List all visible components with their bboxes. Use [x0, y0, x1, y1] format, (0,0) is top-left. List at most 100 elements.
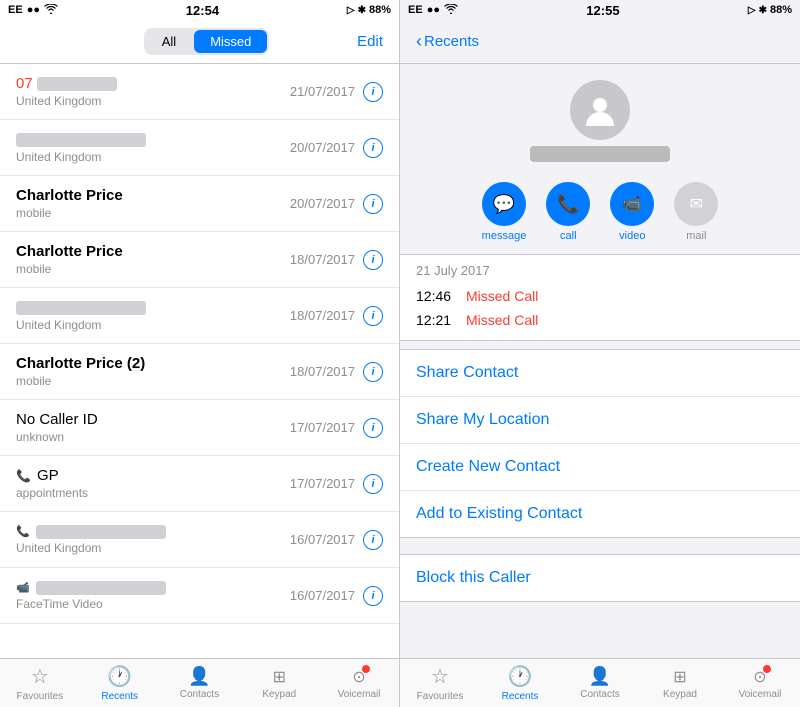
phone-icon: 📞: [16, 469, 31, 483]
call-item-left: Charlotte Price (2) mobile: [16, 355, 290, 388]
block-caller-item[interactable]: Block this Caller: [400, 554, 800, 602]
call-date: 16/07/2017: [290, 532, 355, 547]
segment-all[interactable]: All: [146, 30, 192, 53]
call-item-right: 17/07/2017 i: [290, 418, 383, 438]
call-sub: United Kingdom: [16, 94, 290, 108]
call-item[interactable]: 📞 GP appointments 17/07/2017 i: [0, 456, 399, 512]
video-action[interactable]: 📹 video: [610, 182, 654, 242]
call-history-item: 12:46 Missed Call: [416, 284, 784, 308]
voicemail-badge-right: [763, 665, 771, 673]
call-item-left: 📞 GP appointments: [16, 467, 290, 500]
tab-label-keypad: Keypad: [262, 689, 296, 700]
tab-recents-left[interactable]: 🕐 Recents: [80, 664, 160, 702]
call-item[interactable]: 07 United Kingdom 21/07/2017 i: [0, 64, 399, 120]
contact-header: [400, 64, 800, 170]
info-icon[interactable]: i: [363, 82, 383, 102]
tab-contacts-right[interactable]: 👤 Contacts: [560, 666, 640, 700]
info-icon[interactable]: i: [363, 250, 383, 270]
share-contact-item[interactable]: Share Contact: [400, 350, 800, 397]
status-left-right: EE ●●: [408, 4, 458, 17]
info-icon[interactable]: i: [363, 138, 383, 158]
call-item[interactable]: 📹 FaceTime Video 16/07/2017 i: [0, 568, 399, 624]
call-item-right: 17/07/2017 i: [290, 474, 383, 494]
status-bar-left: EE ●● 12:54 ▷ ✱ 88%: [0, 0, 399, 20]
call-item[interactable]: 📞 United Kingdom 16/07/2017 i: [0, 512, 399, 568]
time-right: 12:55: [586, 3, 619, 18]
call-action[interactable]: 📞 call: [546, 182, 590, 242]
share-location-item[interactable]: Share My Location: [400, 397, 800, 444]
video-icon: 📹: [16, 581, 30, 594]
tab-recents-right[interactable]: 🕐 Recents: [480, 664, 560, 702]
favourites-icon-right: ☆: [431, 664, 449, 689]
tab-favourites-left[interactable]: ☆ Favourites: [0, 664, 80, 702]
call-item-right: 18/07/2017 i: [290, 250, 383, 270]
call-item-right: 18/07/2017 i: [290, 362, 383, 382]
call-item[interactable]: Charlotte Price mobile 18/07/2017 i: [0, 232, 399, 288]
tab-contacts-left[interactable]: 👤 Contacts: [160, 666, 240, 700]
header-left: All Missed Edit: [0, 20, 399, 64]
edit-button[interactable]: Edit: [357, 33, 383, 50]
tab-label-favourites: Favourites: [17, 691, 64, 702]
call-name: [16, 131, 290, 148]
call-date: 18/07/2017: [290, 364, 355, 379]
call-item-left: No Caller ID unknown: [16, 411, 290, 444]
battery-right: 88%: [770, 4, 792, 16]
call-item[interactable]: Charlotte Price (2) mobile 18/07/2017 i: [0, 344, 399, 400]
call-sub: mobile: [16, 262, 290, 276]
tab-bar-right: ☆ Favourites 🕐 Recents 👤 Contacts ⊞ Keyp…: [400, 658, 800, 707]
call-item[interactable]: United Kingdom 20/07/2017 i: [0, 120, 399, 176]
bluetooth-left: ✱: [358, 5, 366, 16]
phone-icon: 📞: [16, 525, 30, 538]
tab-label-voicemail: Voicemail: [338, 689, 381, 700]
mail-action[interactable]: ✉ mail: [674, 182, 718, 242]
call-date: 17/07/2017: [290, 420, 355, 435]
tab-voicemail-left[interactable]: ⊙ Voicemail: [319, 667, 399, 700]
call-item[interactable]: Charlotte Price mobile 20/07/2017 i: [0, 176, 399, 232]
call-type-1: Missed Call: [466, 288, 538, 304]
info-icon[interactable]: i: [363, 194, 383, 214]
info-icon[interactable]: i: [363, 306, 383, 326]
right-panel: EE ●● 12:55 ▷ ✱ 88% ‹ Recents: [400, 0, 800, 707]
tab-voicemail-right[interactable]: ⊙ Voicemail: [720, 667, 800, 700]
tab-favourites-right[interactable]: ☆ Favourites: [400, 664, 480, 702]
call-name: [16, 299, 290, 316]
bluetooth-right: ✱: [759, 5, 767, 16]
wifi-right: [444, 4, 458, 17]
tab-bar-left: ☆ Favourites 🕐 Recents 👤 Contacts ⊞ Keyp…: [0, 658, 399, 707]
call-item[interactable]: United Kingdom 18/07/2017 i: [0, 288, 399, 344]
info-icon[interactable]: i: [363, 362, 383, 382]
call-item-right: 20/07/2017 i: [290, 138, 383, 158]
info-icon[interactable]: i: [363, 418, 383, 438]
segment-missed[interactable]: Missed: [194, 30, 267, 53]
signal-right: ●●: [427, 4, 440, 16]
contacts-icon: 👤: [188, 666, 210, 687]
info-icon[interactable]: i: [363, 530, 383, 550]
call-item-right: 18/07/2017 i: [290, 306, 383, 326]
call-item-right: 20/07/2017 i: [290, 194, 383, 214]
call-item[interactable]: No Caller ID unknown 17/07/2017 i: [0, 400, 399, 456]
back-button[interactable]: ‹ Recents: [416, 31, 479, 52]
info-icon[interactable]: i: [363, 474, 383, 494]
info-icon[interactable]: i: [363, 586, 383, 606]
call-sub: United Kingdom: [16, 318, 290, 332]
tab-keypad-left[interactable]: ⊞ Keypad: [239, 667, 319, 700]
tab-keypad-right[interactable]: ⊞ Keypad: [640, 667, 720, 700]
tab-label-recents-right: Recents: [502, 691, 539, 702]
status-right-left: ▷ ✱ 88%: [347, 4, 391, 16]
message-action[interactable]: 💬 message: [482, 182, 527, 242]
message-label: message: [482, 230, 527, 242]
call-date: 16/07/2017: [290, 588, 355, 603]
mail-circle: ✉: [674, 182, 718, 226]
tab-label-favourites-right: Favourites: [417, 691, 464, 702]
recents-icon: 🕐: [107, 664, 132, 689]
add-existing-item[interactable]: Add to Existing Contact: [400, 491, 800, 537]
call-name: Charlotte Price (2): [16, 355, 290, 372]
call-history: 21 July 2017 12:46 Missed Call 12:21 Mis…: [400, 254, 800, 341]
tab-label-keypad-right: Keypad: [663, 689, 697, 700]
action-list: Share Contact Share My Location Create N…: [400, 349, 800, 538]
create-contact-item[interactable]: Create New Contact: [400, 444, 800, 491]
avatar: [570, 80, 630, 140]
call-item-left: 📞 United Kingdom: [16, 525, 290, 555]
call-name: Charlotte Price: [16, 187, 290, 204]
call-item-left: Charlotte Price mobile: [16, 187, 290, 220]
